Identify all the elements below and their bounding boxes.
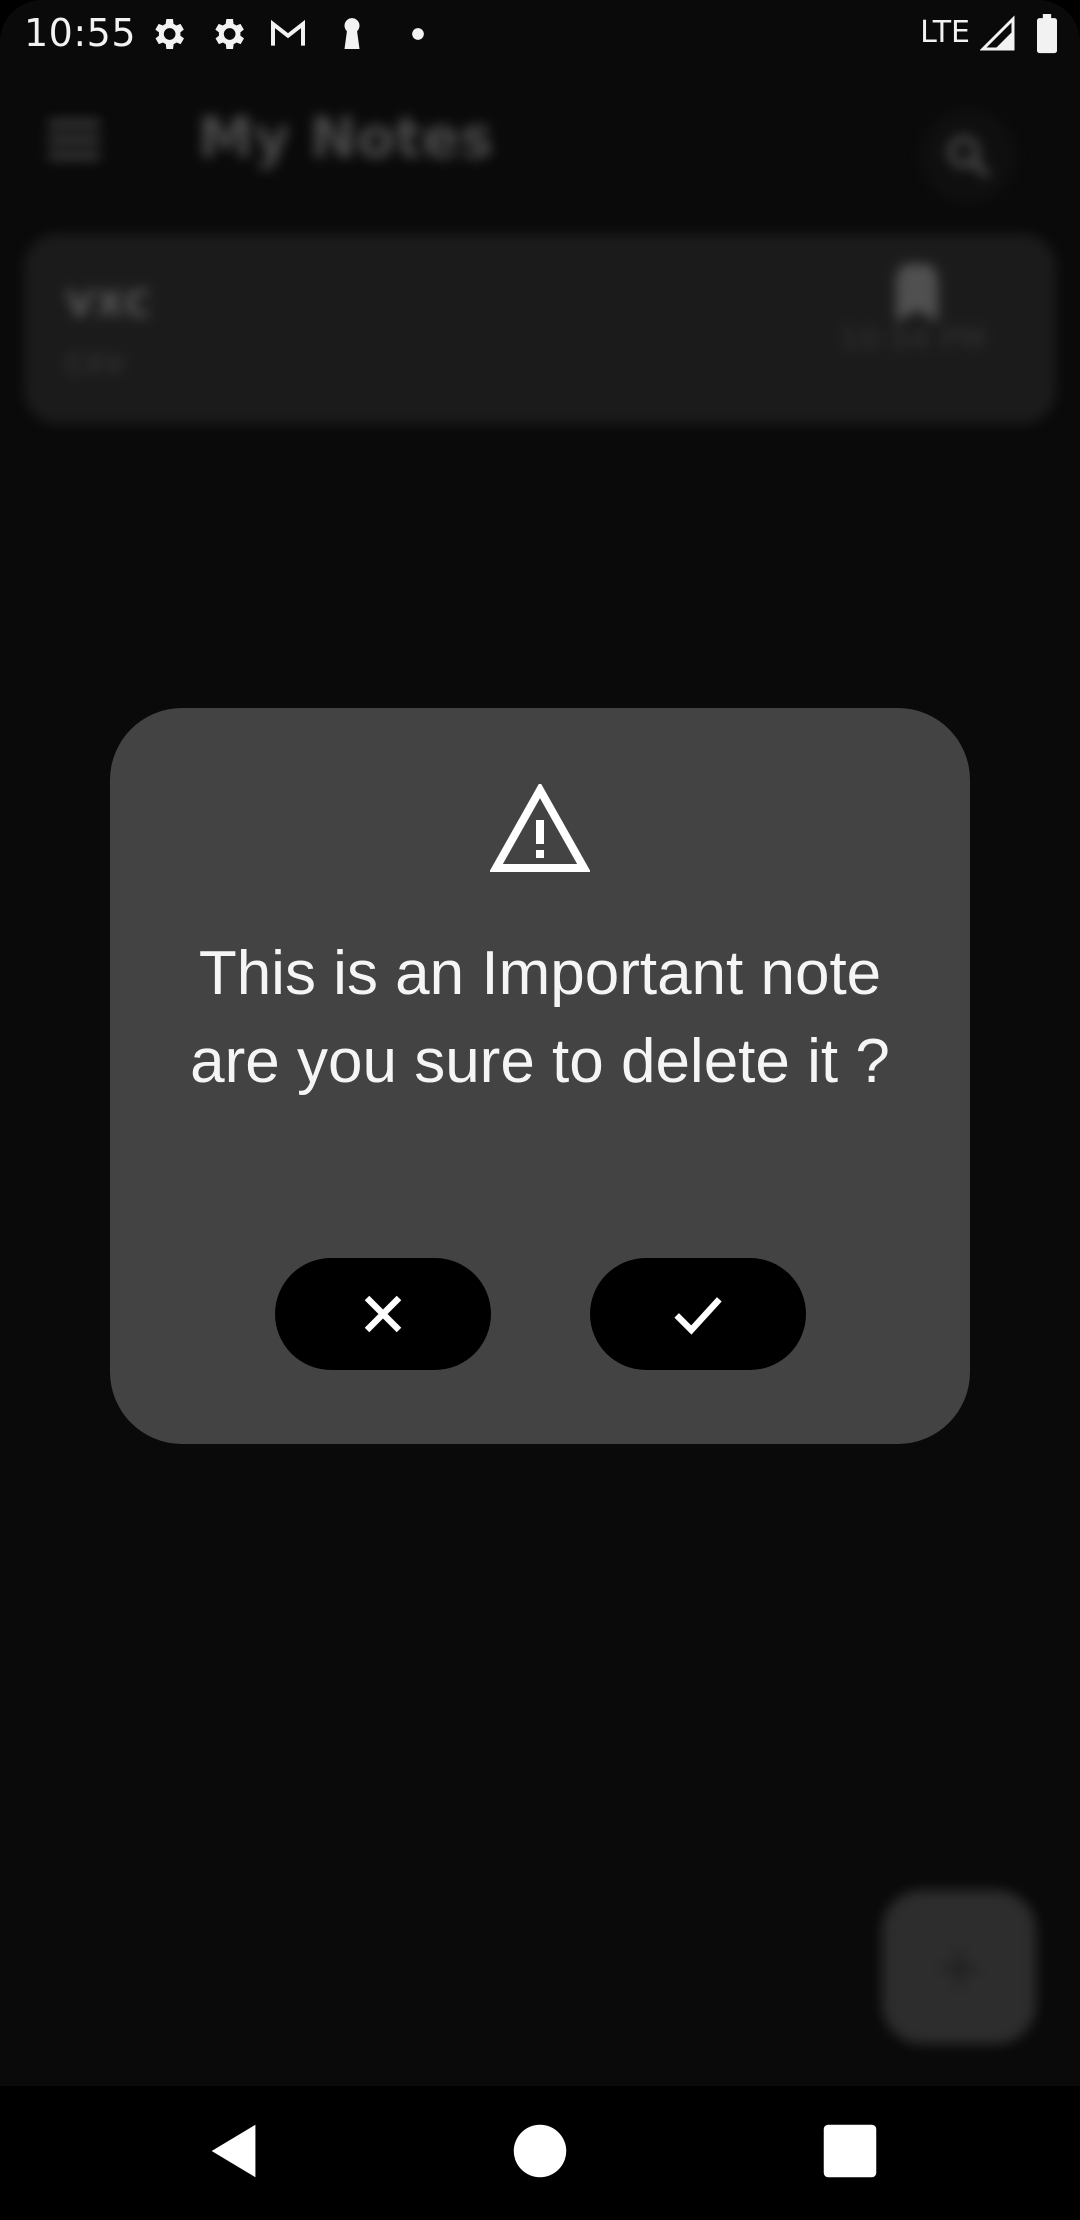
delete-confirm-dialog: This is an Important note are you sure t… [110,708,970,1444]
navigation-bar [0,2086,1080,2220]
gmail-icon [268,14,308,54]
note-card[interactable]: VXC CXV 10:54 PM [24,234,1056,424]
dialog-message: This is an Important note are you sure t… [190,939,890,1096]
search-icon [947,135,990,178]
screen: 10:55 LTE My Notes VXC CXV 10:54 PM + Th… [0,0,1080,2220]
keyhole-icon [332,14,372,54]
page-title: My Notes [198,106,494,171]
back-icon[interactable] [200,2116,270,2186]
warning-icon [490,784,590,874]
app-bar: My Notes [0,66,1080,216]
status-bar: 10:55 LTE [0,0,1080,66]
status-time: 10:55 [24,11,137,55]
pin-icon[interactable] [892,259,942,323]
cancel-button[interactable] [275,1258,491,1370]
menu-icon[interactable] [48,120,100,160]
battery-icon [1034,14,1060,54]
home-icon[interactable] [505,2116,575,2186]
signal-icon [980,14,1016,54]
close-icon [364,1295,402,1333]
add-note-button[interactable]: + [882,1890,1036,2044]
note-body: CXV [66,350,126,380]
recents-icon[interactable] [815,2116,885,2186]
dot-icon [398,14,438,54]
gear-icon [148,14,188,54]
note-title: VXC [66,284,153,325]
gear-icon [208,14,248,54]
confirm-delete-button[interactable] [590,1258,806,1370]
note-time: 10:54 PM [840,322,987,355]
check-icon [674,1297,722,1335]
search-button[interactable] [920,108,1016,204]
network-type: LTE [920,15,970,50]
add-label: + [936,1935,983,2000]
